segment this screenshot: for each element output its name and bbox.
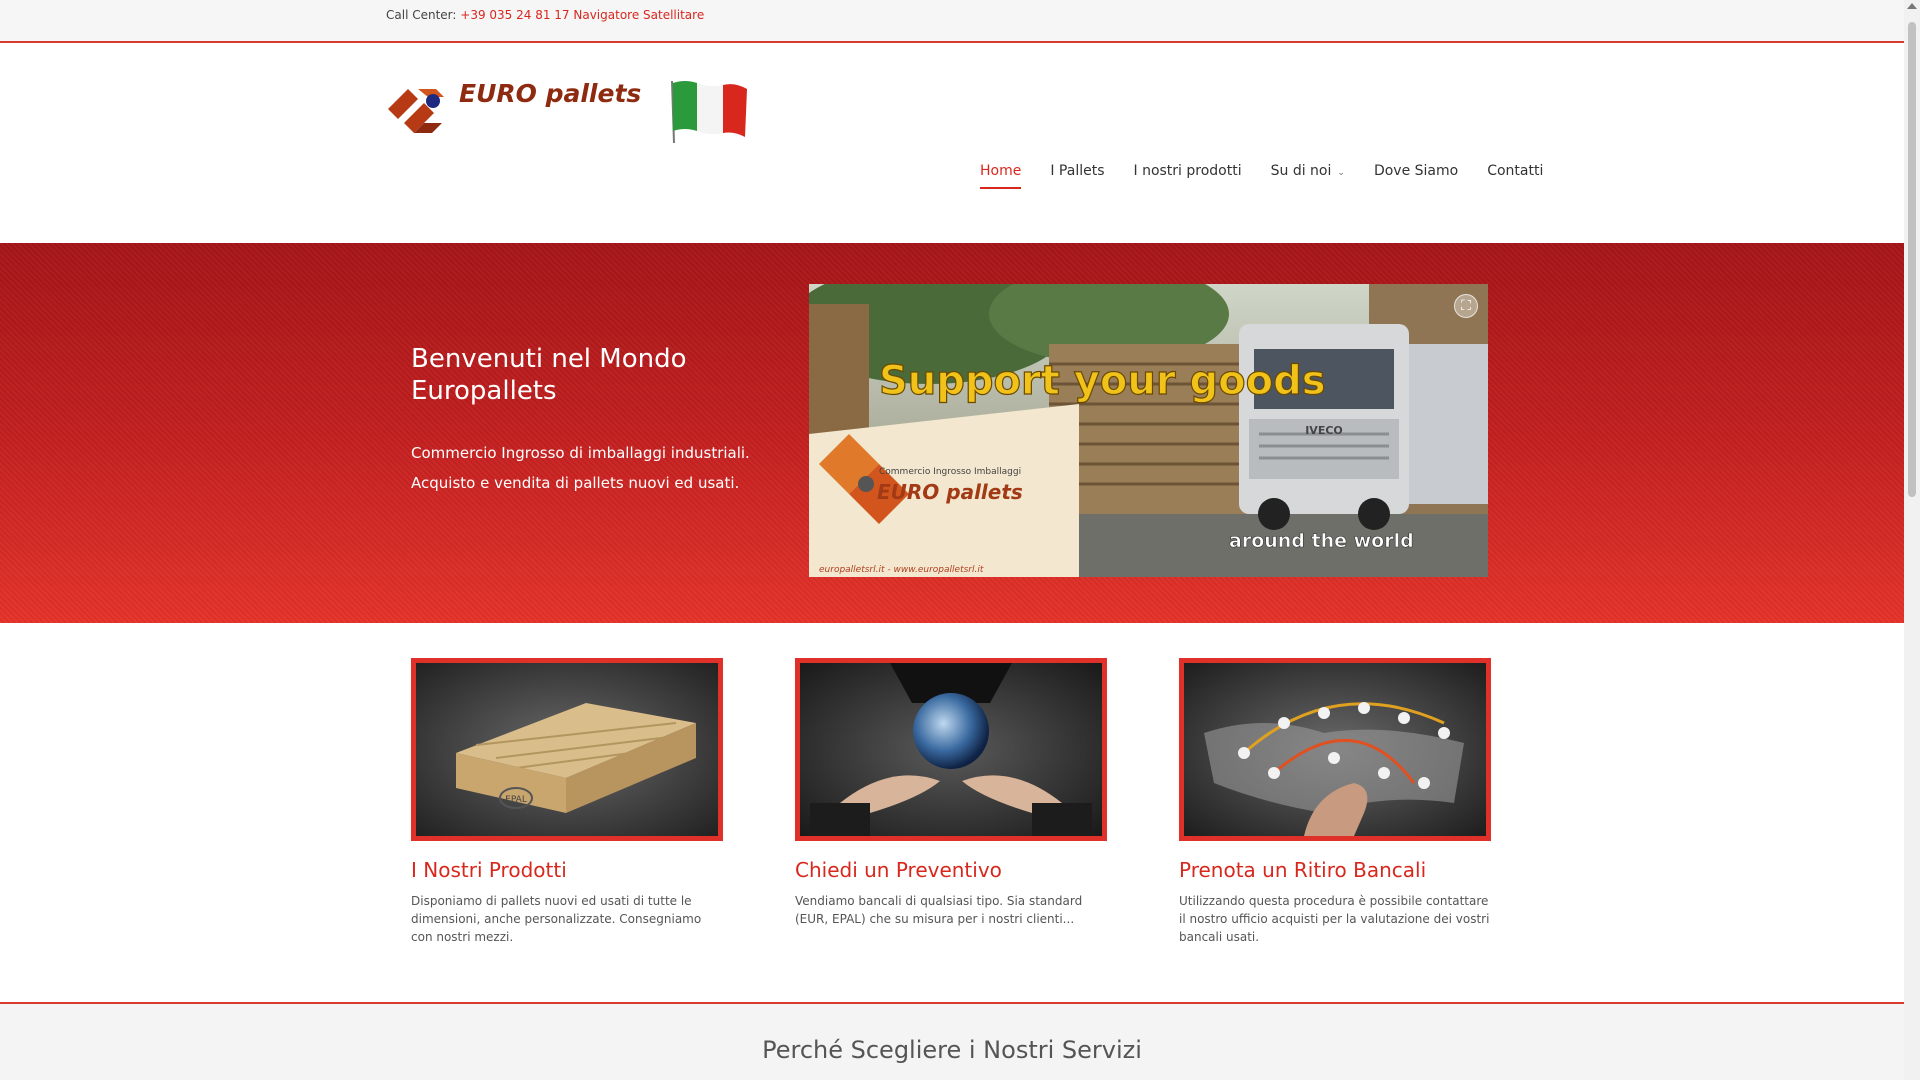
sign-brand-text: EURO pallets xyxy=(877,480,1023,504)
scroll-up-arrow-icon[interactable] xyxy=(1907,3,1917,9)
hero-title: Benvenuti nel Mondo Europallets xyxy=(411,344,687,406)
call-center-info: Call Center: +39 035 24 81 17 Navigatore… xyxy=(386,8,704,22)
sign-small-text: Commercio Ingrosso Imballaggi xyxy=(879,467,1021,477)
nav-item-label: Dove Siamo xyxy=(1373,163,1459,179)
feature-text: Disponiamo di pallets nuovi ed usati di … xyxy=(411,894,702,944)
call-center-label: Call Center: xyxy=(386,8,457,22)
page-scrollbar[interactable] xyxy=(1904,0,1920,1080)
feature-image-pallet[interactable]: EPAL xyxy=(411,658,723,841)
nav-item-pallets[interactable]: I Pallets xyxy=(1050,163,1104,189)
nav-item-label: Su di noi xyxy=(1270,163,1332,179)
feature-card-preventivo: Chiedi un Preventivo Vendiamo bancali di… xyxy=(795,658,1107,928)
sign-url-text: europalletsrl.it - www.europalletsrl.it xyxy=(819,565,984,575)
section-title: Perché Scegliere i Nostri Servizi xyxy=(762,1036,1142,1064)
epal-stamp-text: EPAL xyxy=(505,795,527,805)
nav-item-dove-siamo[interactable]: Dove Siamo xyxy=(1374,163,1458,189)
pallet-image: EPAL xyxy=(416,663,718,836)
slider-fullscreen-icon[interactable]: ⛶ xyxy=(1454,294,1478,318)
nav-item-home[interactable]: Home xyxy=(980,163,1022,189)
feature-card-prodotti: EPAL I Nostri Prodotti Disponiamo di pal… xyxy=(411,658,723,946)
main-nav: Home I Pallets I nostri prodotti Su di n… xyxy=(980,163,1543,189)
italy-flag-icon xyxy=(671,80,747,144)
feature-title[interactable]: Chiedi un Preventivo xyxy=(795,858,1107,882)
network-image xyxy=(1184,663,1486,836)
nav-item-label: I nostri prodotti xyxy=(1133,163,1242,179)
top-bar: Call Center: +39 035 24 81 17 Navigatore… xyxy=(0,0,1904,43)
globe-hands-image xyxy=(800,663,1102,836)
hero-subtitle-line: Commercio Ingrosso di imballaggi industr… xyxy=(411,444,750,462)
hero-subtitle: Commercio Ingrosso di imballaggi industr… xyxy=(411,438,791,498)
feature-title[interactable]: Prenota un Ritiro Bancali xyxy=(1179,858,1491,882)
hero-headline-text: Support your goods xyxy=(879,358,1326,404)
feature-image-network[interactable] xyxy=(1179,658,1491,841)
feature-card-ritiro: Prenota un Ritiro Bancali Utilizzando qu… xyxy=(1179,658,1491,946)
hero-section: Benvenuti nel Mondo Europallets Commerci… xyxy=(0,243,1904,623)
services-section: Perché Scegliere i Nostri Servizi xyxy=(0,1004,1904,1080)
hero-photo: IVECO Commercio Ingrosso Imballaggi EURO… xyxy=(809,284,1488,577)
chevron-down-icon: ⌄ xyxy=(1337,168,1345,178)
euro-pallets-logo-icon xyxy=(388,89,444,133)
hero-slider-image[interactable]: IVECO Commercio Ingrosso Imballaggi EURO… xyxy=(809,284,1488,577)
nav-item-label: Contatti xyxy=(1487,163,1544,179)
nav-item-label: Home xyxy=(980,163,1022,179)
feature-text: Vendiamo bancali di qualsiasi tipo. Sia … xyxy=(795,894,1083,926)
site-header: EURO pallets Home I Pallets I nostri pro… xyxy=(0,45,1904,243)
hero-tagline-text: around the world xyxy=(1229,530,1414,552)
nav-item-prodotti[interactable]: I nostri prodotti xyxy=(1134,163,1242,189)
feature-image-globe[interactable] xyxy=(795,658,1107,841)
nav-item-su-di-noi[interactable]: Su di noi ⌄ xyxy=(1271,163,1345,189)
feature-text: Utilizzando questa procedura è possibile… xyxy=(1179,894,1490,944)
nav-item-label: I Pallets xyxy=(1050,163,1105,179)
site-logo[interactable]: EURO pallets xyxy=(384,79,641,149)
scrollbar-thumb[interactable] xyxy=(1908,22,1916,497)
logo-text: EURO pallets xyxy=(459,79,642,108)
call-center-phone-link[interactable]: +39 035 24 81 17 Navigatore Satellitare xyxy=(460,8,704,22)
feature-title[interactable]: I Nostri Prodotti xyxy=(411,858,723,882)
nav-item-contatti[interactable]: Contatti xyxy=(1487,163,1543,189)
truck-brand-text: IVECO xyxy=(1305,424,1343,437)
hero-subtitle-line: Acquisto e vendita di pallets nuovi ed u… xyxy=(411,474,740,492)
